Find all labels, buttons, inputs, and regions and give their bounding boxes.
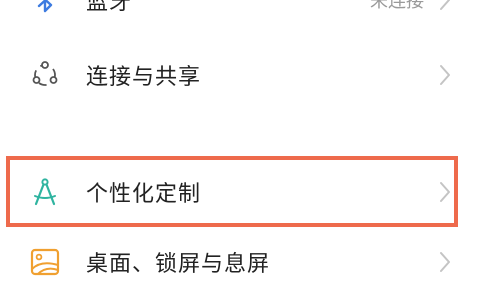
personalization-compass-icon (28, 175, 62, 209)
settings-item-label: 个性化定制 (86, 182, 202, 207)
chevron-right-icon (438, 63, 452, 87)
settings-item-label: 桌面、锁屏与息屏 (86, 252, 271, 277)
chevron-right-icon (438, 0, 452, 12)
settings-item-desktop-lockscreen[interactable]: 桌面、锁屏与息屏 (0, 230, 480, 294)
settings-item-bluetooth[interactable]: 蓝牙 未连接 (0, 0, 480, 32)
chevron-right-icon (438, 180, 452, 204)
bluetooth-status: 未连接 (370, 0, 424, 12)
chevron-right-icon (438, 250, 452, 274)
settings-item-label: 连接与共享 (86, 65, 202, 90)
wallpaper-icon (28, 245, 62, 279)
bluetooth-icon (28, 0, 62, 17)
settings-item-personalization[interactable]: 个性化定制 (0, 160, 480, 224)
connection-share-icon (28, 58, 62, 92)
settings-item-label: 蓝牙 (86, 0, 133, 15)
settings-item-connection-share[interactable]: 连接与共享 (0, 43, 480, 107)
